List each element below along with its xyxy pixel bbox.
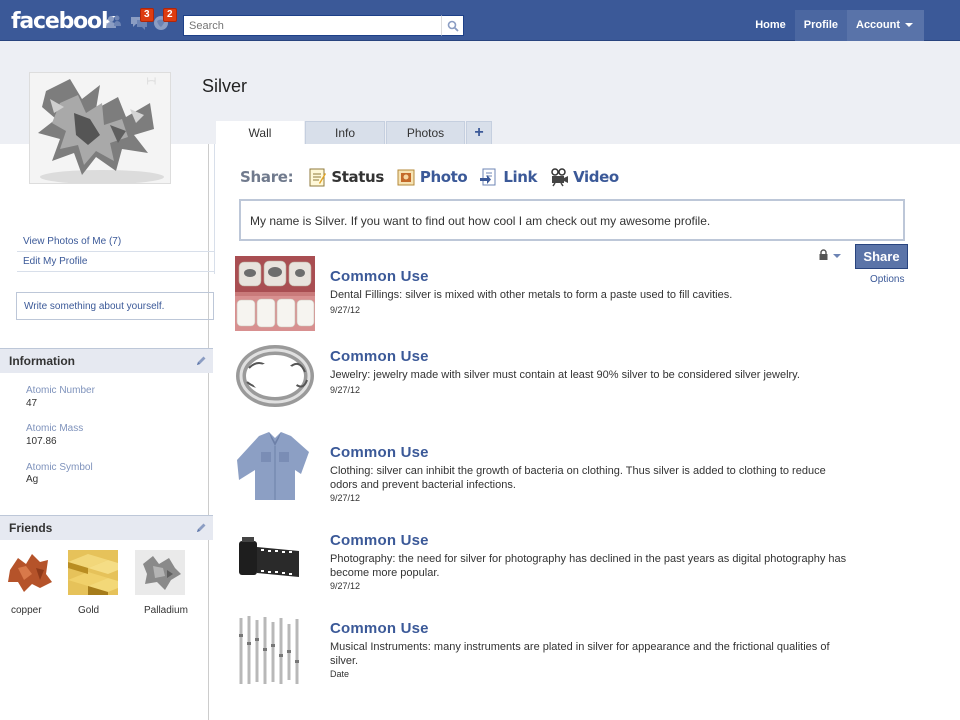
photo-icon (397, 169, 415, 186)
share-video-button[interactable]: Video (549, 167, 619, 187)
pencil-icon[interactable] (195, 522, 207, 534)
friend-palladium-name[interactable]: Palladium (144, 605, 188, 616)
friends-icon (106, 15, 121, 28)
column-divider (208, 144, 209, 720)
share-label: Share: (240, 168, 294, 186)
share-link-label: Link (503, 168, 538, 186)
gold-bars-image (68, 550, 118, 595)
post-date-2[interactable]: 9/27/12 (330, 385, 360, 395)
post-title-2[interactable]: Common Use (330, 348, 429, 365)
share-link-button[interactable]: Link (479, 167, 537, 187)
post-date-3[interactable]: 9/27/12 (330, 493, 360, 503)
post-image-instruments[interactable] (235, 614, 315, 686)
post-title-4[interactable]: Common Use (330, 532, 429, 549)
friend-copper-name[interactable]: copper (11, 605, 42, 616)
post-body-5: Musical Instruments: many instruments ar… (330, 641, 830, 667)
friend-requests-jewel[interactable] (104, 12, 124, 32)
friend-gold-photo[interactable] (68, 550, 118, 595)
options-link[interactable]: Options (870, 274, 904, 285)
atomic-mass-value: 107.86 (26, 436, 57, 447)
friend-palladium-photo[interactable] (135, 550, 185, 595)
about-me-input[interactable]: Write something about yourself. (16, 292, 214, 320)
link-icon (480, 168, 496, 186)
nav-home[interactable]: Home (746, 10, 795, 41)
post-title-3[interactable]: Common Use (330, 444, 429, 461)
nav-account[interactable]: Account (847, 10, 924, 41)
atomic-symbol-label: Atomic Symbol (26, 462, 93, 473)
atomic-number-label: Atomic Number (26, 385, 95, 396)
post-image-photography[interactable] (235, 533, 315, 585)
atomic-mass-label: Atomic Mass (26, 423, 84, 434)
share-photo-label: Photo (419, 168, 468, 186)
post-body-2: Jewelry: jewelry made with silver must c… (330, 369, 800, 381)
status-text-box[interactable]: My name is Silver. If you want to find o… (239, 199, 905, 241)
search-input[interactable] (183, 15, 441, 36)
edit-profile-link[interactable]: Edit My Profile (17, 252, 214, 272)
silver-ring-image (235, 338, 315, 414)
post-date-1[interactable]: 9/27/12 (330, 305, 360, 315)
add-tab-button[interactable]: + (466, 121, 492, 144)
palladium-image (135, 550, 185, 595)
messages-jewel[interactable]: 3 (129, 8, 154, 32)
top-nav: Home Profile Account (746, 10, 924, 41)
share-photo-button[interactable]: Photo (396, 167, 468, 187)
post-date-5[interactable]: Date (330, 669, 349, 679)
share-button[interactable]: Share (855, 244, 908, 269)
shirt-image (235, 430, 315, 504)
share-bar: Share: Status Photo Link Video (240, 165, 631, 189)
post-title-5[interactable]: Common Use (330, 620, 429, 637)
atomic-number-value: 47 (26, 398, 38, 409)
tab-wall[interactable]: Wall (216, 121, 304, 144)
share-status-button[interactable]: Status (307, 167, 384, 187)
notifications-badge: 2 (163, 8, 177, 22)
film-roll-image (235, 533, 315, 585)
post-body-4: Photography: the need for silver for pho… (330, 553, 847, 579)
nav-profile[interactable]: Profile (794, 10, 847, 41)
tab-info[interactable]: Info (305, 121, 385, 144)
profile-name: Silver (202, 76, 248, 96)
notifications-jewel[interactable]: 2 (152, 8, 177, 32)
atomic-symbol-value: Ag (26, 474, 39, 485)
profile-tabs: Wall Info Photos + (216, 121, 493, 144)
tab-photos[interactable]: Photos (386, 121, 465, 144)
post-body-3: Clothing: silver can inhibit the growth … (330, 465, 826, 491)
svg-text:├─┤: ├─┤ (146, 77, 157, 85)
view-photos-link[interactable]: View Photos of Me (7) (17, 232, 214, 252)
post-title-1[interactable]: Common Use (330, 268, 429, 285)
search-button[interactable] (441, 15, 464, 36)
chevron-down-icon (905, 23, 913, 28)
flutes-image (235, 614, 315, 686)
profile-picture[interactable]: ├─┤ (29, 72, 171, 184)
search-icon (447, 20, 459, 32)
silver-crystal-image: ├─┤ (30, 73, 170, 183)
privacy-selector[interactable] (818, 249, 844, 264)
post-body-1: Dental Fillings: silver is mixed with ot… (330, 289, 733, 301)
post-date-4[interactable]: 9/27/12 (330, 581, 360, 591)
nav-account-label: Account (856, 19, 900, 31)
share-status-label: Status (331, 168, 384, 186)
information-heading: Information (9, 354, 75, 368)
dental-fillings-image (235, 256, 315, 331)
facebook-logo[interactable]: facebook (11, 9, 116, 34)
video-camera-icon (551, 168, 569, 187)
lock-icon (819, 249, 841, 260)
column-divider-inner (214, 144, 215, 274)
post-image-clothing[interactable] (235, 430, 315, 504)
friends-heading: Friends (9, 521, 53, 535)
information-header: Information (0, 348, 213, 373)
friends-header: Friends (0, 515, 213, 540)
top-bar: facebook 3 2 Home Profile Account (0, 0, 960, 41)
friend-copper-photo[interactable] (4, 550, 54, 595)
copper-nugget-image (4, 550, 54, 595)
post-image-jewelry[interactable] (235, 338, 315, 414)
pencil-icon[interactable] (195, 355, 207, 367)
status-icon (309, 168, 327, 187)
post-image-dental[interactable] (235, 256, 315, 331)
share-video-label: Video (573, 168, 619, 186)
friend-gold-name[interactable]: Gold (78, 605, 99, 616)
